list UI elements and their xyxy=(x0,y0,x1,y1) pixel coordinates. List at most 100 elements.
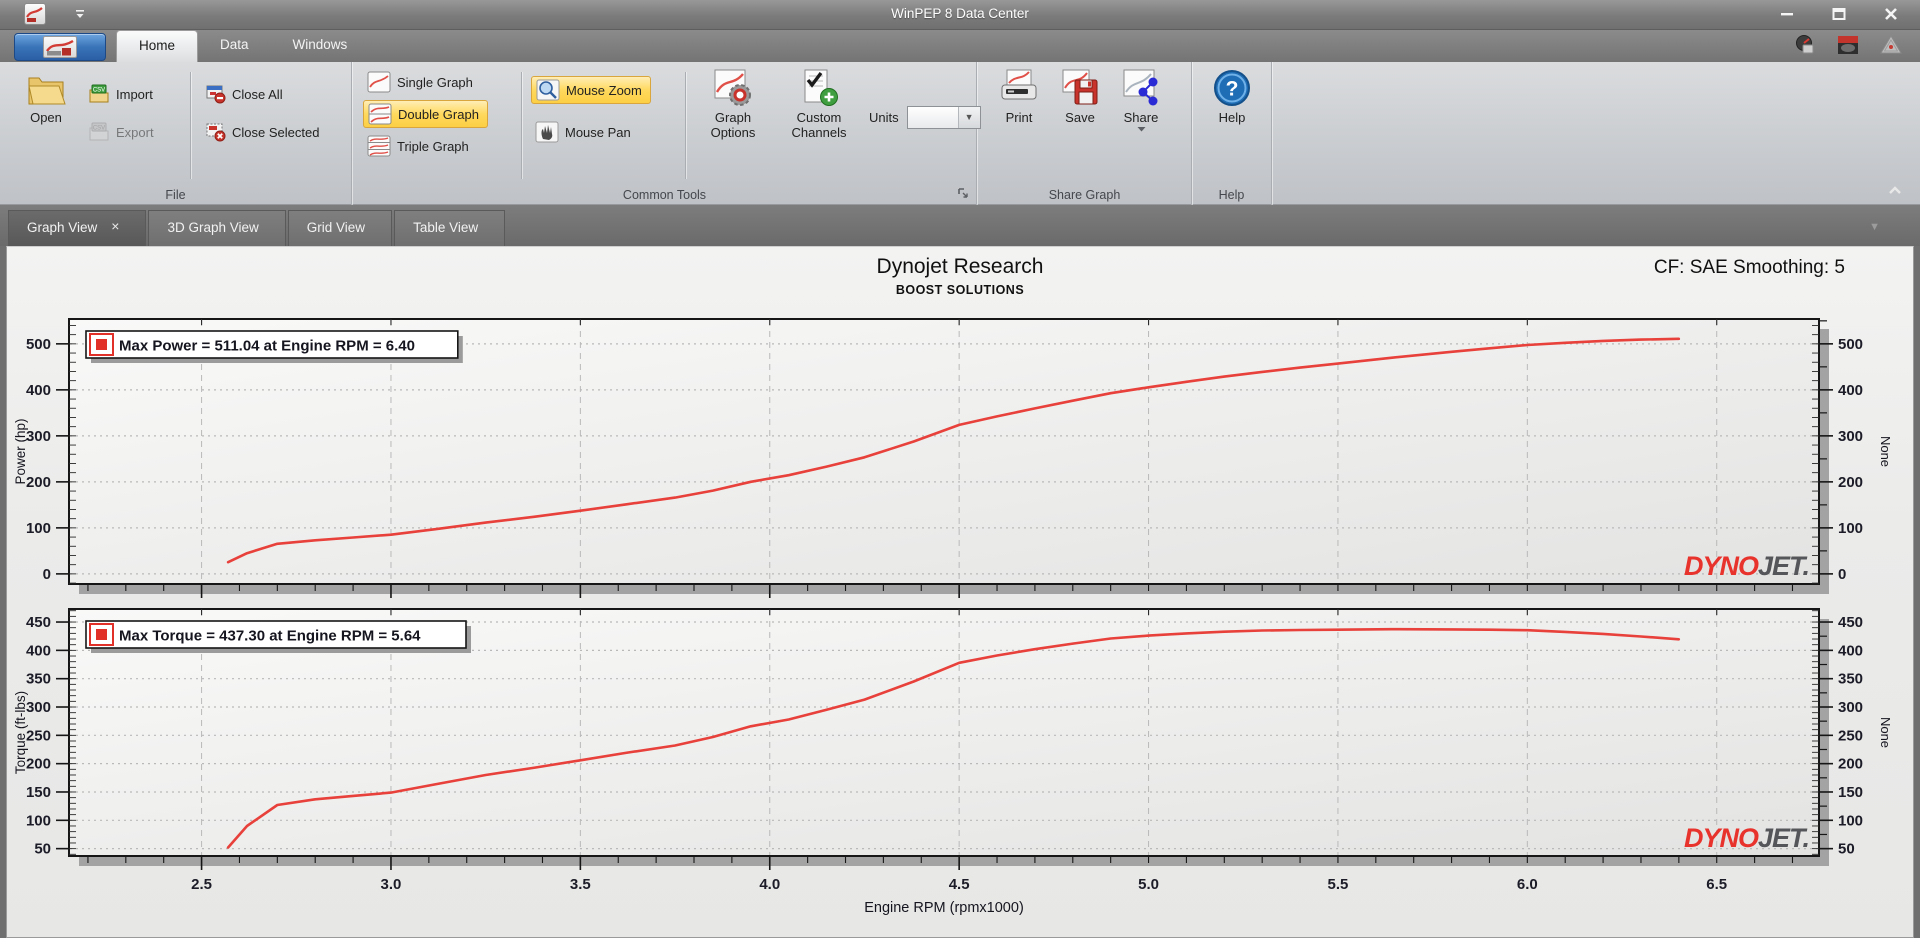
ribbon-group-common-tools: Single Graph Double Graph Triple Graph M… xyxy=(353,62,981,205)
svg-text:300: 300 xyxy=(26,699,51,716)
help-button[interactable]: ? Help xyxy=(1206,66,1258,125)
tab-graph-view[interactable]: Graph View × xyxy=(8,210,147,246)
svg-text:400: 400 xyxy=(26,642,51,659)
gauge-icon[interactable] xyxy=(1794,34,1816,61)
svg-text:0: 0 xyxy=(43,566,51,583)
legend-swatch xyxy=(96,339,107,350)
right-axis-title: None xyxy=(1878,436,1893,467)
double-graph-button[interactable]: Double Graph xyxy=(363,100,488,128)
share-button[interactable]: Share xyxy=(1112,66,1170,132)
close-selected-icon xyxy=(206,123,226,142)
dyno-charts[interactable]: 0 0 100 100 200 200 300 300 400 400 500 500 Power (h… xyxy=(7,247,1915,939)
svg-text:5.0: 5.0 xyxy=(1138,876,1159,893)
tab-strip-dropdown-icon[interactable]: ▼ xyxy=(1869,221,1880,233)
svg-text:250: 250 xyxy=(1838,727,1863,744)
power-chart[interactable]: 0 0 100 100 200 200 300 300 400 400 500 500 Power (h… xyxy=(13,318,1893,598)
save-button[interactable]: Save xyxy=(1054,66,1106,125)
close-all-button[interactable]: Close All xyxy=(200,80,291,108)
export-button[interactable]: CSV Export xyxy=(84,118,162,146)
custom-channels-button[interactable]: Custom Channels xyxy=(779,66,859,140)
help-icon: ? xyxy=(1214,70,1250,106)
svg-text:2.5: 2.5 xyxy=(191,876,212,893)
tab-grid-view[interactable]: Grid View xyxy=(287,210,393,246)
svg-text:50: 50 xyxy=(34,841,51,858)
mouse-pan-button[interactable]: Mouse Pan xyxy=(531,118,639,146)
dyno-device-icon[interactable] xyxy=(1836,34,1860,61)
svg-text:500: 500 xyxy=(1838,336,1863,353)
svg-text:300: 300 xyxy=(26,428,51,445)
svg-text:4.5: 4.5 xyxy=(949,876,970,893)
dynojet-logo: DYNOJET. xyxy=(1684,551,1809,581)
ribbon-tab-home[interactable]: Home xyxy=(116,30,199,62)
close-selected-button[interactable]: Close Selected xyxy=(200,118,327,146)
ribbon-group-help: ? Help Help xyxy=(1192,62,1272,205)
svg-text:100: 100 xyxy=(1838,520,1863,537)
svg-text:?: ? xyxy=(1226,78,1239,101)
tab-3d-graph-view[interactable]: 3D Graph View xyxy=(148,210,286,246)
svg-text:250: 250 xyxy=(26,727,51,744)
share-icon xyxy=(1123,69,1158,106)
open-button[interactable]: Open xyxy=(16,68,76,125)
print-button[interactable]: Print xyxy=(990,66,1048,125)
triple-graph-icon xyxy=(367,135,391,157)
legend-label: Max Power = 511.04 at Engine RPM = 6.40 xyxy=(119,338,415,355)
single-graph-button[interactable]: Single Graph xyxy=(363,68,481,96)
legend-label: Max Torque = 437.30 at Engine RPM = 5.64 xyxy=(119,628,421,645)
svg-text:300: 300 xyxy=(1838,428,1863,445)
minimize-button[interactable] xyxy=(1772,4,1802,24)
import-csv-icon: CSV xyxy=(89,84,109,103)
import-button[interactable]: CSV Import xyxy=(84,80,161,108)
single-graph-icon xyxy=(367,71,391,93)
application-menu-button[interactable] xyxy=(14,33,106,61)
y-axis-title: Power (hp) xyxy=(13,418,28,484)
title-bar: WinPEP 8 Data Center xyxy=(0,0,1920,30)
svg-text:5.5: 5.5 xyxy=(1328,876,1349,893)
svg-text:6.5: 6.5 xyxy=(1706,876,1727,893)
open-folder-icon xyxy=(28,77,66,105)
units-dropdown[interactable]: ▼ xyxy=(906,106,981,129)
svg-text:200: 200 xyxy=(26,756,51,773)
legend[interactable]: Max Power = 511.04 at Engine RPM = 6.40 xyxy=(85,330,463,363)
svg-text:400: 400 xyxy=(1838,382,1863,399)
close-all-icon xyxy=(206,85,226,104)
svg-text:200: 200 xyxy=(1838,474,1863,491)
mouse-pan-icon xyxy=(535,121,559,143)
ribbon-group-share-graph: Print Save Share Share Graph xyxy=(978,62,1192,205)
svg-text:450: 450 xyxy=(1838,614,1863,631)
y-axis-title: Torque (ft-lbs) xyxy=(13,691,28,774)
right-axis-title: None xyxy=(1878,717,1893,748)
ribbon-tab-data[interactable]: Data xyxy=(198,30,271,62)
ribbon-tab-windows[interactable]: Windows xyxy=(271,30,370,62)
units-label: Units xyxy=(869,110,899,125)
share-dropdown-arrow-icon xyxy=(1137,127,1145,132)
alert-triangle-icon[interactable] xyxy=(1880,34,1902,61)
svg-text:100: 100 xyxy=(1838,812,1863,829)
ribbon-group-file: Open CSV Import CSV Export Close All Clo… xyxy=(0,62,352,205)
print-icon xyxy=(1001,69,1037,100)
mouse-zoom-icon xyxy=(536,79,560,101)
window-title: WinPEP 8 Data Center xyxy=(891,6,1029,21)
maximize-button[interactable] xyxy=(1824,4,1854,24)
legend[interactable]: Max Torque = 437.30 at Engine RPM = 5.64 xyxy=(85,620,471,653)
torque-chart[interactable]: 50 50 100 100 150 150 200 200 250 250 300 300 350 350… xyxy=(13,608,1893,916)
close-button[interactable] xyxy=(1876,4,1906,24)
graph-options-button[interactable]: Graph Options xyxy=(697,66,769,140)
collapse-ribbon-button[interactable] xyxy=(1886,183,1904,197)
dynojet-logo: DYNOJET. xyxy=(1684,823,1809,853)
svg-text:CSV: CSV xyxy=(93,126,105,132)
graph-options-icon xyxy=(714,69,751,106)
svg-text:400: 400 xyxy=(26,382,51,399)
triple-graph-button[interactable]: Triple Graph xyxy=(363,132,477,160)
mouse-zoom-button[interactable]: Mouse Zoom xyxy=(531,76,651,104)
tab-close-icon[interactable]: × xyxy=(111,219,119,246)
svg-text:350: 350 xyxy=(26,671,51,688)
export-csv-icon: CSV xyxy=(89,122,109,141)
custom-channels-icon xyxy=(804,69,838,106)
svg-text:CSV: CSV xyxy=(93,88,105,94)
svg-text:4.0: 4.0 xyxy=(759,876,780,893)
tab-table-view[interactable]: Table View xyxy=(394,210,506,246)
svg-text:200: 200 xyxy=(1838,756,1863,773)
legend-swatch xyxy=(96,629,107,640)
svg-text:3.5: 3.5 xyxy=(570,876,591,893)
svg-text:300: 300 xyxy=(1838,699,1863,716)
